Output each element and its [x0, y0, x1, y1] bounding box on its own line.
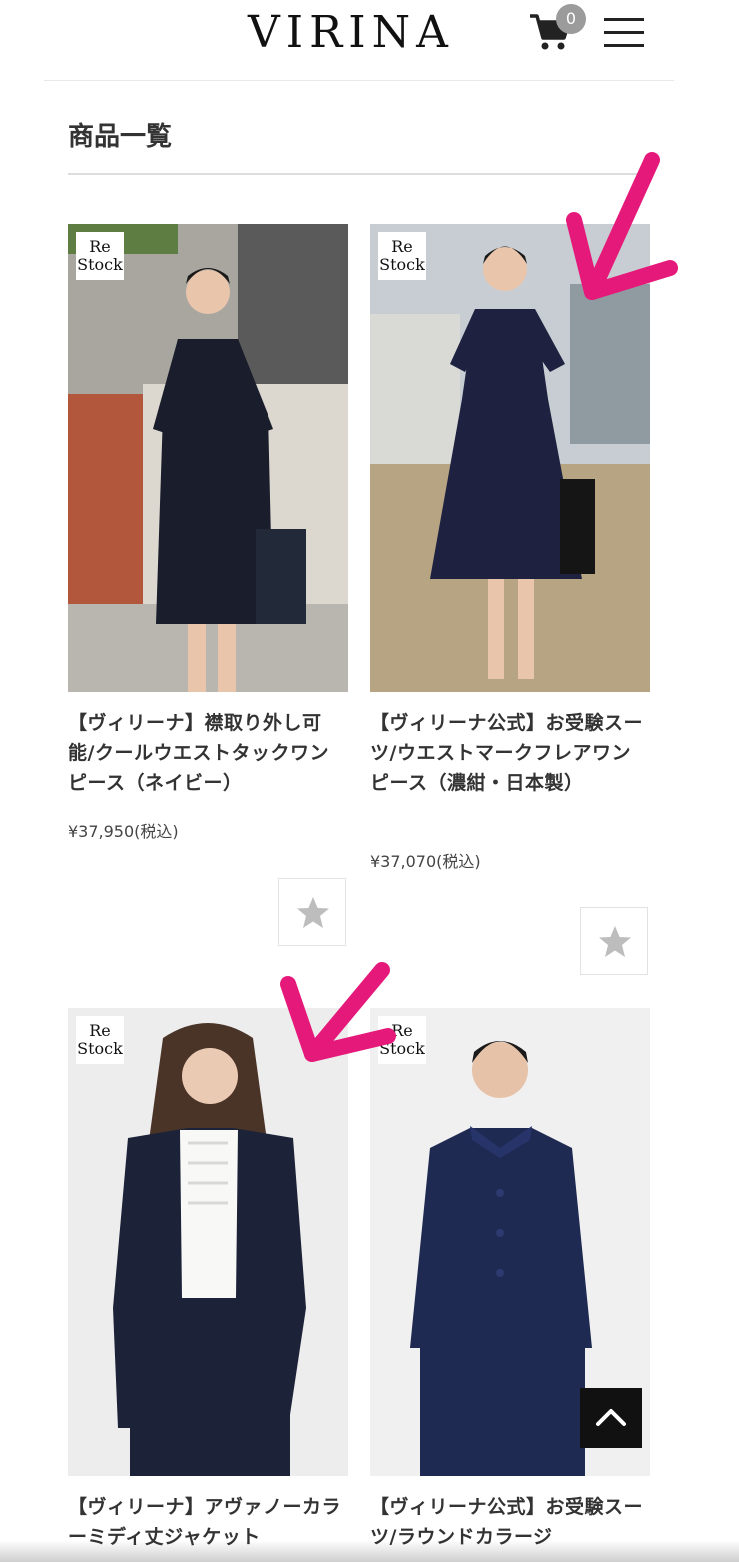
product-name[interactable]: 【ヴィリーナ】襟取り外し可能/クールウエストタックワンピース（ネイビー） — [68, 708, 348, 798]
cart-count-badge: 0 — [556, 4, 586, 34]
favorite-button[interactable] — [580, 907, 648, 975]
header-divider — [44, 80, 674, 81]
title-divider — [68, 173, 650, 175]
star-icon — [599, 926, 631, 957]
product-name[interactable]: 【ヴィリーナ公式】お受験スーツ/ウエストマークフレアワンピース（濃紺・日本製） — [370, 708, 650, 798]
scroll-top-button[interactable] — [580, 1388, 642, 1448]
header: VIRINA 0 — [0, 0, 739, 80]
product-price: ¥37,070(税込) — [370, 852, 481, 871]
star-icon — [297, 897, 329, 928]
brand-logo[interactable]: VIRINA — [248, 8, 454, 58]
product-image[interactable]: Re Stock — [68, 1008, 348, 1476]
product-image[interactable]: Re Stock — [370, 224, 650, 692]
page-title: 商品一覧 — [68, 122, 173, 152]
chevron-up-icon — [596, 1409, 626, 1426]
restock-badge: Re Stock — [378, 232, 426, 280]
bottom-fade — [0, 1540, 739, 1562]
favorite-button[interactable] — [278, 878, 346, 946]
restock-badge: Re Stock — [76, 1016, 124, 1064]
product-image[interactable]: Re Stock — [68, 224, 348, 692]
restock-badge: Re Stock — [76, 232, 124, 280]
product-price: ¥37,950(税込) — [68, 822, 179, 841]
restock-badge: Re Stock — [378, 1016, 426, 1064]
hamburger-menu-icon[interactable] — [604, 16, 644, 48]
